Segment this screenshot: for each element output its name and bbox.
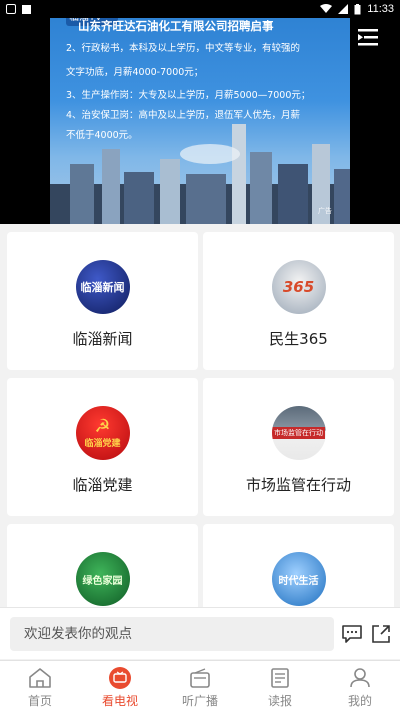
tab-label: 听广播 — [181, 694, 218, 708]
channel-label: 市场监管在行动 — [245, 476, 351, 494]
signal-icon — [338, 4, 349, 14]
battery-icon — [354, 3, 361, 14]
channel-label: 民生365 — [269, 330, 328, 348]
tab-label: 我的 — [347, 694, 372, 708]
channel-card-party-building[interactable]: ☭ 临淄党建 临淄党建 — [7, 378, 198, 516]
status-bar: 11:33 — [0, 0, 400, 18]
playlist-menu-icon[interactable] — [356, 26, 382, 48]
profile-icon — [350, 668, 370, 688]
video-headline: 山东齐旺达石油化工有限公司招聘启事 — [78, 19, 274, 33]
video-text-line: 2、行政秘书，本科及以上学历，中文等专业，有较强的 — [66, 43, 301, 54]
clock: 11:33 — [367, 3, 394, 15]
video-text-line: 文字功底，月薪4000-7000元； — [66, 67, 204, 78]
notification-icon — [6, 4, 16, 14]
ad-watermark: 广告 — [318, 207, 332, 215]
green-home-logo-icon: 绿色家园 — [75, 552, 130, 606]
tab-label: 读报 — [267, 694, 292, 708]
newspaper-icon — [271, 668, 289, 688]
comment-icon[interactable] — [341, 623, 363, 645]
tv-icon — [109, 667, 131, 689]
home-icon — [29, 668, 51, 688]
tab-home[interactable]: 首页 — [0, 661, 80, 712]
channel-grid: 临淄新闻 临淄新闻 365 民生365 ☭ 临淄党建 临淄党建 市场监管在行动 … — [0, 224, 400, 608]
video-text-line: 3、生产操作岗：大专及以上学历，月薪5000—7000元； — [66, 90, 311, 101]
bottom-tab-bar: 首页 看电视 听广播 读报 我的 — [0, 660, 400, 712]
minsheng-365-logo-icon: 365 — [271, 260, 326, 314]
tab-listen-radio[interactable]: 听广播 — [160, 661, 240, 712]
tab-read-newspaper[interactable]: 读报 — [240, 661, 320, 712]
channel-card-times-life[interactable]: 时代生活 — [203, 524, 394, 608]
factory-image — [50, 124, 350, 224]
channel-label: 临淄党建 — [72, 476, 133, 494]
comment-input[interactable] — [10, 617, 334, 651]
party-emblem-icon: ☭ 临淄党建 — [75, 406, 130, 460]
tab-label: 首页 — [27, 694, 52, 708]
video-player[interactable]: 临淄TV 山东齐旺达石油化工有限公司招聘启事 2、行政秘书，本科及以上学历，中文… — [0, 0, 400, 224]
comment-bar — [0, 607, 400, 659]
tab-watch-tv[interactable]: 看电视 — [80, 661, 160, 712]
tab-mine[interactable]: 我的 — [320, 661, 400, 712]
market-supervision-logo-icon: 市场监管在行动 — [271, 406, 326, 460]
notification-icon — [22, 4, 31, 14]
channel-card-linzi-news[interactable]: 临淄新闻 临淄新闻 — [7, 232, 198, 370]
tab-label: 看电视 — [101, 694, 138, 708]
channel-card-market-supervision[interactable]: 市场监管在行动 市场监管在行动 — [203, 378, 394, 516]
linzi-news-logo-icon: 临淄新闻 — [75, 260, 130, 314]
wifi-icon — [320, 4, 333, 13]
channel-label: 临淄新闻 — [72, 330, 133, 348]
video-frame: 临淄TV 山东齐旺达石油化工有限公司招聘启事 2、行政秘书，本科及以上学历，中文… — [50, 0, 350, 224]
channel-card-green-home[interactable]: 绿色家园 — [7, 524, 198, 608]
radio-icon — [190, 668, 210, 688]
times-life-logo-icon: 时代生活 — [271, 552, 326, 606]
share-icon[interactable] — [370, 623, 392, 645]
channel-card-minsheng-365[interactable]: 365 民生365 — [203, 232, 394, 370]
